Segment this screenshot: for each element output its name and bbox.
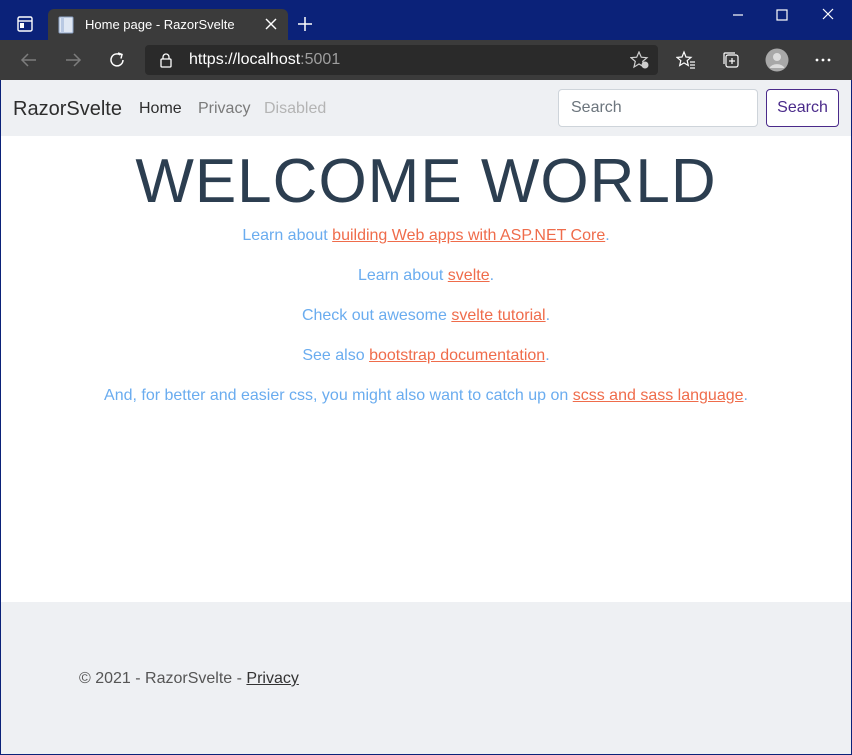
copyright-text: © 2021 - RazorSvelte - [79, 670, 247, 687]
brand-link[interactable]: RazorSvelte [13, 98, 122, 121]
close-tab-icon[interactable] [264, 17, 278, 31]
svelte-link[interactable]: svelte [448, 267, 490, 284]
footer-text: © 2021 - RazorSvelte - Privacy [79, 670, 299, 688]
minimize-icon[interactable] [727, 6, 749, 24]
info-line: And, for better and easier css, you migh… [1, 387, 851, 405]
profile-icon[interactable] [765, 48, 789, 72]
info-line: Learn about svelte. [1, 267, 851, 285]
svelte-tutorial-link[interactable]: svelte tutorial [451, 307, 545, 324]
line-end: . [743, 387, 748, 404]
nav-disabled: Disabled [264, 100, 327, 117]
search-button[interactable]: Search [766, 89, 839, 127]
line-text: Learn about [242, 227, 333, 244]
info-line: Learn about building Web apps with ASP.N… [1, 227, 851, 245]
line-end: . [545, 347, 550, 364]
browser-tab[interactable]: Home page - RazorSvelte [48, 9, 288, 41]
search-input[interactable] [558, 89, 758, 127]
aspnet-link[interactable]: building Web apps with ASP.NET Core [332, 227, 605, 244]
line-text: Check out awesome [301, 307, 452, 324]
url-text[interactable]: https://localhost:5001 [189, 51, 340, 69]
url-port: :5001 [300, 51, 341, 68]
line-text: And, for better and easier css, you migh… [104, 387, 573, 404]
maximize-icon[interactable] [771, 6, 793, 24]
site-footer: © 2021 - RazorSvelte - Privacy [1, 602, 851, 754]
browser-toolbar: https://localhost:5001 [0, 40, 852, 80]
page-heading: WELCOME WORLD [135, 147, 717, 216]
new-tab-icon[interactable] [296, 15, 314, 33]
add-favorite-icon[interactable] [630, 51, 650, 69]
tab-title: Home page - RazorSvelte [85, 17, 235, 32]
title-bar: Home page - RazorSvelte [0, 0, 852, 41]
url-host: https://localhost [189, 51, 301, 68]
window-menu-icon[interactable] [14, 13, 36, 35]
forward-icon[interactable] [63, 50, 83, 70]
page-favicon-icon [58, 16, 74, 34]
site-navbar: RazorSvelte Home Privacy Disabled Search [1, 80, 851, 136]
line-text: See also [302, 347, 370, 364]
line-end: . [489, 267, 495, 284]
favorites-icon[interactable] [676, 50, 696, 70]
more-icon[interactable] [813, 50, 833, 70]
lock-icon[interactable] [159, 52, 173, 68]
info-line: Check out awesome svelte tutorial. [1, 307, 851, 325]
line-end: . [605, 227, 610, 244]
address-bar[interactable]: https://localhost:5001 [145, 45, 658, 75]
footer-privacy-link[interactable]: Privacy [246, 670, 298, 687]
refresh-icon[interactable] [107, 50, 127, 70]
line-text: Learn about [357, 267, 448, 284]
info-line: See also bootstrap documentation. [1, 347, 851, 365]
close-window-icon[interactable] [817, 6, 839, 24]
nav-privacy[interactable]: Privacy [198, 100, 250, 118]
nav-home[interactable]: Home [139, 100, 182, 118]
back-icon[interactable] [19, 50, 39, 70]
scss-link[interactable]: scss and sass language [573, 387, 744, 404]
web-page: RazorSvelte Home Privacy Disabled Search… [1, 80, 851, 754]
bootstrap-link[interactable]: bootstrap documentation [369, 347, 545, 364]
collections-icon[interactable] [721, 50, 741, 70]
line-end: . [545, 307, 551, 324]
